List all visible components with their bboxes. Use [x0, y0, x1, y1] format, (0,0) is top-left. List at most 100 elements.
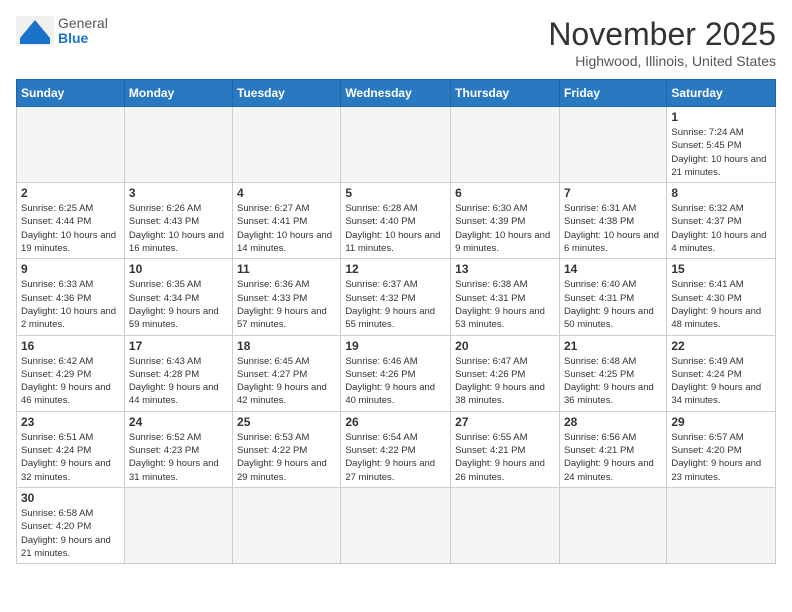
calendar-cell	[667, 487, 776, 563]
logo-graphic	[16, 16, 54, 46]
day-number: 30	[21, 491, 120, 505]
day-number: 6	[455, 186, 555, 200]
day-info: Sunrise: 6:51 AM Sunset: 4:24 PM Dayligh…	[21, 431, 120, 484]
day-info: Sunrise: 6:40 AM Sunset: 4:31 PM Dayligh…	[564, 278, 662, 331]
day-number: 11	[237, 262, 336, 276]
day-number: 15	[671, 262, 771, 276]
calendar-cell: 7 Sunrise: 6:31 AM Sunset: 4:38 PM Daylig…	[559, 183, 666, 259]
weekday-header-wednesday: Wednesday	[341, 80, 451, 107]
calendar-cell	[559, 107, 666, 183]
day-number: 24	[129, 415, 228, 429]
calendar-cell	[17, 107, 125, 183]
calendar-cell: 23 Sunrise: 6:51 AM Sunset: 4:24 PM Dayli…	[17, 411, 125, 487]
day-number: 29	[671, 415, 771, 429]
calendar-cell: 19 Sunrise: 6:46 AM Sunset: 4:26 PM Dayli…	[341, 335, 451, 411]
day-info: Sunrise: 6:47 AM Sunset: 4:26 PM Dayligh…	[455, 355, 555, 408]
calendar-cell	[124, 487, 232, 563]
calendar-cell: 22 Sunrise: 6:49 AM Sunset: 4:24 PM Dayli…	[667, 335, 776, 411]
calendar-cell: 16 Sunrise: 6:42 AM Sunset: 4:29 PM Dayli…	[17, 335, 125, 411]
calendar-cell: 29Sunrise: 6:57 AM Sunset: 4:20 PM Dayli…	[667, 411, 776, 487]
weekday-header-saturday: Saturday	[667, 80, 776, 107]
day-number: 28	[564, 415, 662, 429]
day-number: 2	[21, 186, 120, 200]
day-info: Sunrise: 6:41 AM Sunset: 4:30 PM Dayligh…	[671, 278, 771, 331]
calendar-cell: 28Sunrise: 6:56 AM Sunset: 4:21 PM Dayli…	[559, 411, 666, 487]
day-info: Sunrise: 6:52 AM Sunset: 4:23 PM Dayligh…	[129, 431, 228, 484]
page-header: General Blue November 2025 Highwood, Ill…	[16, 16, 776, 69]
day-number: 13	[455, 262, 555, 276]
weekday-header-sunday: Sunday	[17, 80, 125, 107]
week-row-1: 1 Sunrise: 7:24 AM Sunset: 5:45 PM Daylig…	[17, 107, 776, 183]
day-number: 27	[455, 415, 555, 429]
day-number: 16	[21, 339, 120, 353]
day-info: Sunrise: 6:27 AM Sunset: 4:41 PM Dayligh…	[237, 202, 336, 255]
day-info: Sunrise: 6:25 AM Sunset: 4:44 PM Dayligh…	[21, 202, 120, 255]
calendar-cell: 14 Sunrise: 6:40 AM Sunset: 4:31 PM Dayli…	[559, 259, 666, 335]
calendar-cell: 26 Sunrise: 6:54 AM Sunset: 4:22 PM Dayli…	[341, 411, 451, 487]
calendar-cell	[559, 487, 666, 563]
logo-brand: General Blue	[16, 16, 108, 47]
day-number: 19	[345, 339, 446, 353]
day-number: 3	[129, 186, 228, 200]
calendar-cell: 6 Sunrise: 6:30 AM Sunset: 4:39 PM Daylig…	[451, 183, 560, 259]
day-number: 21	[564, 339, 662, 353]
day-number: 5	[345, 186, 446, 200]
day-number: 20	[455, 339, 555, 353]
calendar-cell	[124, 107, 232, 183]
day-number: 23	[21, 415, 120, 429]
weekday-header-monday: Monday	[124, 80, 232, 107]
calendar-cell: 21Sunrise: 6:48 AM Sunset: 4:25 PM Dayli…	[559, 335, 666, 411]
day-info: Sunrise: 6:28 AM Sunset: 4:40 PM Dayligh…	[345, 202, 446, 255]
week-row-5: 23 Sunrise: 6:51 AM Sunset: 4:24 PM Dayli…	[17, 411, 776, 487]
day-info: Sunrise: 6:49 AM Sunset: 4:24 PM Dayligh…	[671, 355, 771, 408]
day-info: Sunrise: 6:46 AM Sunset: 4:26 PM Dayligh…	[345, 355, 446, 408]
day-number: 18	[237, 339, 336, 353]
title-block: November 2025 Highwood, Illinois, United…	[548, 16, 776, 69]
calendar-cell: 27Sunrise: 6:55 AM Sunset: 4:21 PM Dayli…	[451, 411, 560, 487]
calendar-cell: 30 Sunrise: 6:58 AM Sunset: 4:20 PM Dayli…	[17, 487, 125, 563]
day-info: Sunrise: 6:58 AM Sunset: 4:20 PM Dayligh…	[21, 507, 120, 560]
weekday-header-friday: Friday	[559, 80, 666, 107]
calendar-table: SundayMondayTuesdayWednesdayThursdayFrid…	[16, 79, 776, 564]
day-info: Sunrise: 6:31 AM Sunset: 4:38 PM Dayligh…	[564, 202, 662, 255]
day-info: Sunrise: 6:26 AM Sunset: 4:43 PM Dayligh…	[129, 202, 228, 255]
calendar-cell: 13 Sunrise: 6:38 AM Sunset: 4:31 PM Dayli…	[451, 259, 560, 335]
day-info: Sunrise: 6:33 AM Sunset: 4:36 PM Dayligh…	[21, 278, 120, 331]
calendar-cell: 15 Sunrise: 6:41 AM Sunset: 4:30 PM Dayli…	[667, 259, 776, 335]
calendar-cell	[451, 487, 560, 563]
day-info: Sunrise: 6:43 AM Sunset: 4:28 PM Dayligh…	[129, 355, 228, 408]
week-row-3: 9 Sunrise: 6:33 AM Sunset: 4:36 PM Daylig…	[17, 259, 776, 335]
calendar-cell: 10Sunrise: 6:35 AM Sunset: 4:34 PM Dayli…	[124, 259, 232, 335]
day-info: Sunrise: 6:32 AM Sunset: 4:37 PM Dayligh…	[671, 202, 771, 255]
day-number: 14	[564, 262, 662, 276]
day-number: 1	[671, 110, 771, 124]
logo: General Blue	[16, 16, 108, 47]
weekday-header-thursday: Thursday	[451, 80, 560, 107]
day-info: Sunrise: 6:54 AM Sunset: 4:22 PM Dayligh…	[345, 431, 446, 484]
day-info: Sunrise: 6:38 AM Sunset: 4:31 PM Dayligh…	[455, 278, 555, 331]
calendar-cell	[233, 487, 341, 563]
day-number: 26	[345, 415, 446, 429]
calendar-cell: 11 Sunrise: 6:36 AM Sunset: 4:33 PM Dayli…	[233, 259, 341, 335]
calendar-cell: 17 Sunrise: 6:43 AM Sunset: 4:28 PM Dayli…	[124, 335, 232, 411]
day-info: Sunrise: 6:37 AM Sunset: 4:32 PM Dayligh…	[345, 278, 446, 331]
weekday-header-row: SundayMondayTuesdayWednesdayThursdayFrid…	[17, 80, 776, 107]
calendar-cell: 3 Sunrise: 6:26 AM Sunset: 4:43 PM Daylig…	[124, 183, 232, 259]
day-number: 9	[21, 262, 120, 276]
day-info: Sunrise: 6:36 AM Sunset: 4:33 PM Dayligh…	[237, 278, 336, 331]
day-number: 7	[564, 186, 662, 200]
day-number: 17	[129, 339, 228, 353]
calendar-cell: 8 Sunrise: 6:32 AM Sunset: 4:37 PM Daylig…	[667, 183, 776, 259]
month-year-title: November 2025	[548, 16, 776, 53]
calendar-cell	[451, 107, 560, 183]
week-row-4: 16 Sunrise: 6:42 AM Sunset: 4:29 PM Dayli…	[17, 335, 776, 411]
weekday-header-tuesday: Tuesday	[233, 80, 341, 107]
calendar-cell	[233, 107, 341, 183]
calendar-cell: 4Sunrise: 6:27 AM Sunset: 4:41 PM Daylig…	[233, 183, 341, 259]
day-number: 8	[671, 186, 771, 200]
day-info: Sunrise: 6:30 AM Sunset: 4:39 PM Dayligh…	[455, 202, 555, 255]
day-number: 22	[671, 339, 771, 353]
day-info: Sunrise: 7:24 AM Sunset: 5:45 PM Dayligh…	[671, 126, 771, 179]
day-info: Sunrise: 6:42 AM Sunset: 4:29 PM Dayligh…	[21, 355, 120, 408]
day-number: 10	[129, 262, 228, 276]
